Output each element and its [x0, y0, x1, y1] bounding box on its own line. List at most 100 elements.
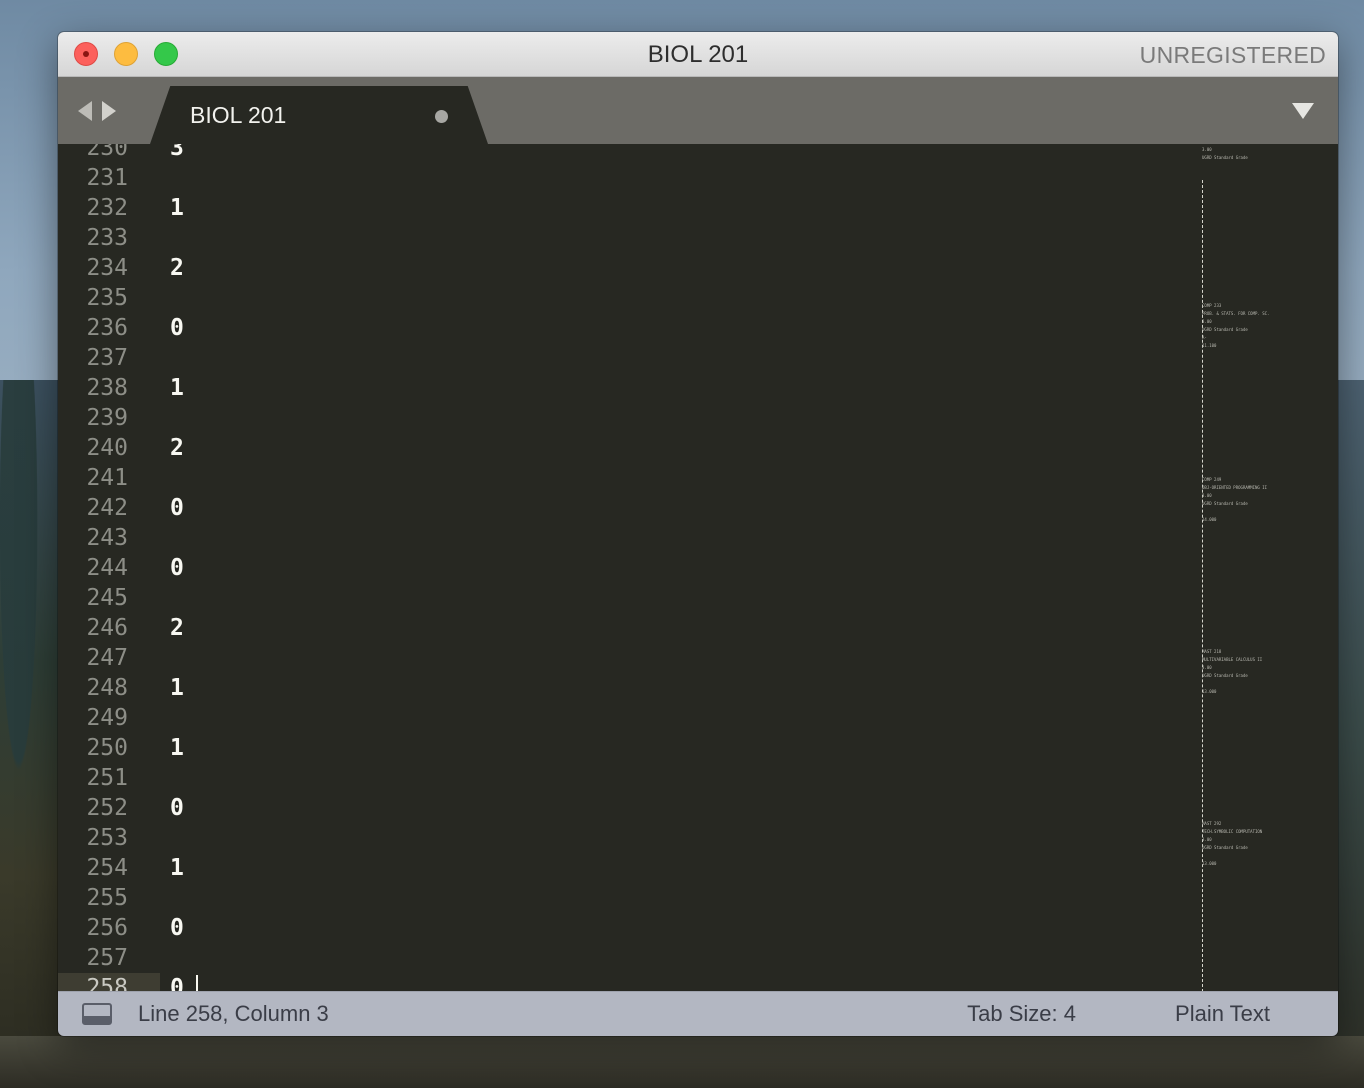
line-number: 243 [86, 525, 128, 551]
editor-line[interactable]: 239 [58, 403, 1198, 433]
minimap-block: MAST 292 TECH.SYMBOLIC COMPUTATION 3.00 … [1202, 821, 1263, 866]
editor-line[interactable]: 257 [58, 943, 1198, 973]
line-number: 231 [86, 165, 128, 191]
editor-line[interactable]: 250 1 [58, 733, 1198, 763]
line-number-gutter[interactable]: 254 [58, 853, 160, 883]
minimap-block: COMP 249 OBJ-ORIENTED PROGRAMMING II 3.0… [1202, 477, 1268, 522]
editor-lines[interactable]: 230 3 231 232 1 233 234 2 235 236 0 237 238 1 239 240 2 2… [58, 144, 1198, 992]
minimap-block: COMP 233 PROB. & STATS. FOR COMP. SC. 3.… [1202, 303, 1270, 348]
editor-line[interactable]: 235 [58, 283, 1198, 313]
status-bar: Line 258, Column 3 Tab Size: 4 Plain Tex… [58, 991, 1338, 1036]
line-number-gutter[interactable]: 246 [58, 613, 160, 643]
editor-line[interactable]: 234 2 [58, 253, 1198, 283]
editor-line[interactable]: 242 0 [58, 493, 1198, 523]
minimap[interactable]: 3.00 UGRD Standard Grade COMP 233 PROB. … [1198, 144, 1338, 992]
line-number-gutter[interactable]: 239 [58, 403, 160, 433]
line-number: 254 [86, 855, 128, 881]
line-text: 1 [170, 675, 184, 701]
line-text: 0 [170, 795, 184, 821]
line-number-gutter[interactable]: 230 [58, 144, 160, 163]
editor-line[interactable]: 246 2 [58, 613, 1198, 643]
editor-line[interactable]: 249 [58, 703, 1198, 733]
desktop-wallpaper-bottom [0, 1036, 1364, 1088]
line-number-gutter[interactable]: 248 [58, 673, 160, 703]
editor-line[interactable]: 258 0 [58, 973, 1198, 992]
line-number: 233 [86, 225, 128, 251]
line-number-gutter[interactable]: 237 [58, 343, 160, 373]
editor-line[interactable]: 252 0 [58, 793, 1198, 823]
line-number-gutter[interactable]: 240 [58, 433, 160, 463]
tab-biol-201[interactable]: BIOL 201 [150, 86, 488, 144]
editor-line[interactable]: 245 [58, 583, 1198, 613]
line-number-gutter[interactable]: 242 [58, 493, 160, 523]
line-number-gutter[interactable]: 244 [58, 553, 160, 583]
editor-line[interactable]: 247 [58, 643, 1198, 673]
cursor-position: Line 258, Column 3 [138, 1001, 329, 1026]
line-number: 247 [86, 645, 128, 671]
editor-line[interactable]: 231 [58, 163, 1198, 193]
title-bar[interactable]: BIOL 201 UNREGISTERED [58, 32, 1338, 77]
editor-line[interactable]: 253 [58, 823, 1198, 853]
editor-line[interactable]: 230 3 [58, 144, 1198, 163]
line-number: 232 [86, 195, 128, 221]
text-cursor [196, 975, 198, 992]
line-number: 245 [86, 585, 128, 611]
line-number: 244 [86, 555, 128, 581]
line-number-gutter[interactable]: 238 [58, 373, 160, 403]
line-number-gutter[interactable]: 253 [58, 823, 160, 853]
editor-line[interactable]: 238 1 [58, 373, 1198, 403]
line-number: 258 [86, 975, 128, 992]
line-text: 0 [170, 975, 184, 992]
line-number: 253 [86, 825, 128, 851]
line-number-gutter[interactable]: 256 [58, 913, 160, 943]
line-text: 1 [170, 195, 184, 221]
line-number-gutter[interactable]: 249 [58, 703, 160, 733]
line-number-gutter[interactable]: 236 [58, 313, 160, 343]
editor-line[interactable]: 241 [58, 463, 1198, 493]
line-number-gutter[interactable]: 235 [58, 283, 160, 313]
next-tab-icon[interactable] [102, 101, 116, 121]
syntax-selector[interactable]: Plain Text [1175, 1001, 1270, 1027]
toggle-panel-icon[interactable] [82, 1003, 112, 1025]
line-text: 0 [170, 495, 184, 521]
tab-size-selector[interactable]: Tab Size: 4 [967, 1001, 1076, 1027]
editor-line[interactable]: 255 [58, 883, 1198, 913]
editor-line[interactable]: 256 0 [58, 913, 1198, 943]
editor-line[interactable]: 232 1 [58, 193, 1198, 223]
line-number: 257 [86, 945, 128, 971]
editor-line[interactable]: 254 1 [58, 853, 1198, 883]
tab-list-dropdown-icon[interactable] [1292, 103, 1314, 119]
line-number: 252 [86, 795, 128, 821]
unsaved-indicator-icon[interactable] [435, 110, 448, 123]
line-number-gutter[interactable]: 231 [58, 163, 160, 193]
line-number-gutter[interactable]: 252 [58, 793, 160, 823]
line-number-gutter[interactable]: 250 [58, 733, 160, 763]
line-number: 249 [86, 705, 128, 731]
editor-line[interactable]: 243 [58, 523, 1198, 553]
line-number-gutter[interactable]: 243 [58, 523, 160, 553]
line-number-gutter[interactable]: 233 [58, 223, 160, 253]
editor-line[interactable]: 233 [58, 223, 1198, 253]
line-number-gutter[interactable]: 234 [58, 253, 160, 283]
editor-line[interactable]: 251 [58, 763, 1198, 793]
line-number: 242 [86, 495, 128, 521]
text-editor[interactable]: 230 3 231 232 1 233 234 2 235 236 0 237 238 1 239 240 2 2… [58, 144, 1338, 992]
editor-line[interactable]: 240 2 [58, 433, 1198, 463]
line-number-gutter[interactable]: 257 [58, 943, 160, 973]
line-number-gutter[interactable]: 232 [58, 193, 160, 223]
line-number: 230 [86, 144, 128, 161]
desktop-wallpaper-right [1334, 380, 1364, 1088]
line-number-gutter[interactable]: 255 [58, 883, 160, 913]
line-number-gutter[interactable]: 251 [58, 763, 160, 793]
editor-line[interactable]: 237 [58, 343, 1198, 373]
editor-line[interactable]: 248 1 [58, 673, 1198, 703]
editor-line[interactable]: 244 0 [58, 553, 1198, 583]
line-number-gutter[interactable]: 245 [58, 583, 160, 613]
editor-line[interactable]: 236 0 [58, 313, 1198, 343]
previous-tab-icon[interactable] [78, 101, 92, 121]
line-number-gutter[interactable]: 241 [58, 463, 160, 493]
line-number-gutter[interactable]: 258 [58, 973, 160, 992]
desktop-wallpaper-left [0, 380, 62, 1088]
line-number-gutter[interactable]: 247 [58, 643, 160, 673]
line-number: 237 [86, 345, 128, 371]
